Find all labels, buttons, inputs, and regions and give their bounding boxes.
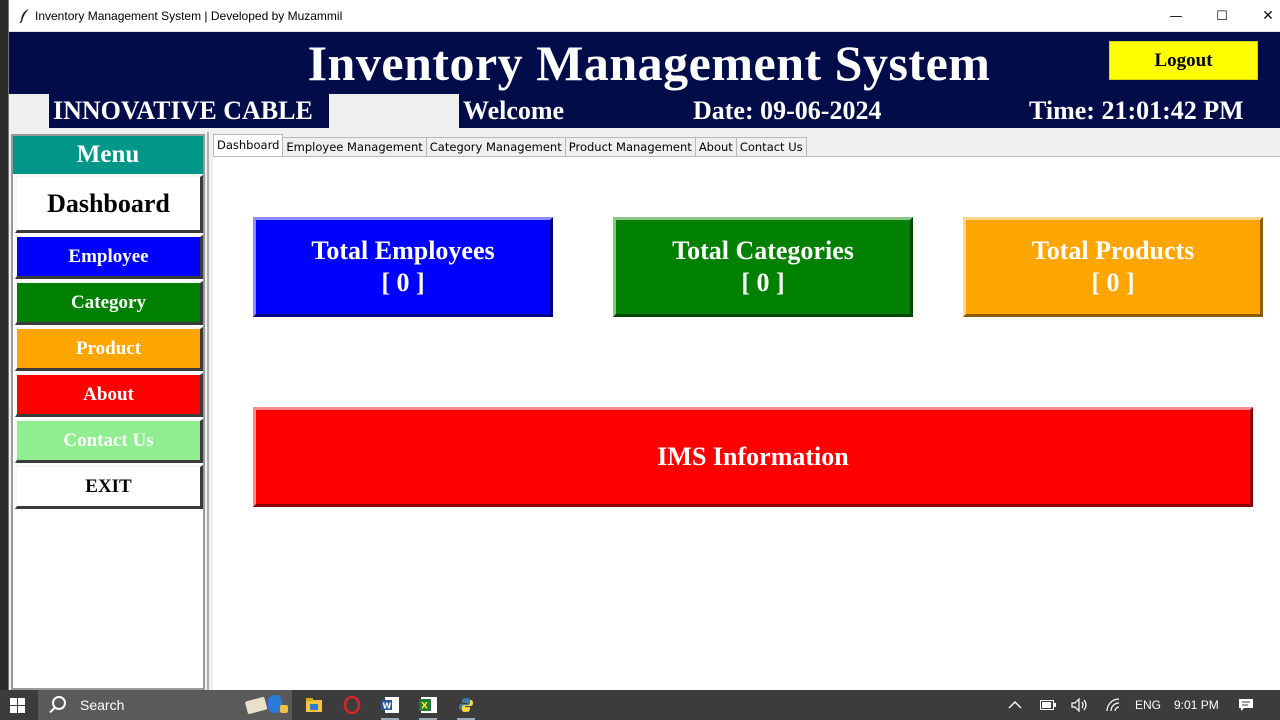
sidebar-item-category[interactable]: Category xyxy=(15,281,203,325)
file-explorer-icon[interactable] xyxy=(302,693,326,717)
notification-icon[interactable] xyxy=(1238,690,1254,720)
feather-icon xyxy=(19,9,29,24)
app-title: Inventory Management System xyxy=(307,35,991,91)
info-bar-gap xyxy=(329,94,459,128)
card-value: [ 0 ] xyxy=(741,268,785,297)
language-indicator[interactable]: ENG xyxy=(1135,690,1161,720)
welcome-label: Welcome xyxy=(463,96,565,125)
tab-category-management[interactable]: Category Management xyxy=(425,137,566,156)
taskbar-clock[interactable]: 9:01 PM xyxy=(1174,690,1219,720)
opera-icon[interactable] xyxy=(340,693,364,717)
card-value: [ 0 ] xyxy=(381,268,425,297)
menu-title: Menu xyxy=(13,136,203,174)
taskbar: Search W X ENG 9:01 PM xyxy=(0,690,1280,720)
close-button[interactable]: ✕ xyxy=(1245,0,1280,32)
network-icon[interactable] xyxy=(1105,690,1121,720)
logout-button[interactable]: Logout xyxy=(1109,41,1258,80)
sidebar-item-contact-us[interactable]: Contact Us xyxy=(15,419,203,463)
sidebar-item-about[interactable]: About xyxy=(15,373,203,417)
company-name: INNOVATIVE CABLE xyxy=(49,94,329,128)
dashboard-panel: Total Employees [ 0 ] Total Categories [… xyxy=(213,156,1280,690)
card-title: Total Categories xyxy=(672,236,854,265)
sidebar-menu: Menu Dashboard Employee Category Product… xyxy=(11,134,205,690)
time-label: Time: 21:01:42 PM xyxy=(1029,96,1244,125)
app-window: Inventory Management System | Developed … xyxy=(8,0,1280,690)
svg-text:X: X xyxy=(421,702,428,712)
tab-dashboard[interactable]: Dashboard xyxy=(213,134,284,156)
minimize-button[interactable]: — xyxy=(1153,0,1199,32)
window-title: Inventory Management System | Developed … xyxy=(35,9,343,23)
excel-icon[interactable]: X xyxy=(416,693,440,720)
date-label: Date: 09-06-2024 xyxy=(693,96,882,125)
volume-icon[interactable] xyxy=(1071,690,1089,720)
sidebar-item-product[interactable]: Product xyxy=(15,327,203,371)
search-highlight-icon xyxy=(245,695,288,714)
sidebar-item-dashboard[interactable]: Dashboard xyxy=(15,175,203,233)
card-title: Total Employees xyxy=(311,236,495,265)
info-bar-gap xyxy=(9,94,49,128)
maximize-button[interactable]: ☐ xyxy=(1199,0,1245,32)
card-title: Total Products xyxy=(1031,236,1195,265)
tab-product-management[interactable]: Product Management xyxy=(564,137,696,156)
windows-start-icon[interactable] xyxy=(10,698,25,713)
total-categories-card: Total Categories [ 0 ] xyxy=(613,217,913,317)
sidebar-item-exit[interactable]: EXIT xyxy=(15,465,203,509)
ims-information-panel: IMS Information xyxy=(253,407,1253,507)
app-header: Inventory Management System Logout INNOV… xyxy=(9,32,1280,128)
tab-bar: Dashboard Employee Management Category M… xyxy=(213,134,807,156)
show-hidden-icons-chevron-icon[interactable] xyxy=(1008,690,1022,720)
title-bar[interactable]: Inventory Management System | Developed … xyxy=(9,0,1280,32)
svg-text:W: W xyxy=(383,702,392,711)
tab-notebook: Dashboard Employee Management Category M… xyxy=(207,132,1280,690)
taskbar-search[interactable]: Search xyxy=(38,690,292,720)
desktop-edge xyxy=(0,0,8,690)
battery-icon[interactable] xyxy=(1040,690,1056,720)
python-icon[interactable] xyxy=(454,693,478,720)
card-value: [ 0 ] xyxy=(1091,268,1135,297)
total-employees-card: Total Employees [ 0 ] xyxy=(253,217,553,317)
search-icon xyxy=(52,696,66,710)
tab-employee-management[interactable]: Employee Management xyxy=(282,137,427,156)
info-bar: INNOVATIVE CABLE Welcome Date: 09-06-202… xyxy=(9,94,1280,128)
tab-contact-us[interactable]: Contact Us xyxy=(735,137,807,156)
word-icon[interactable]: W xyxy=(378,693,402,720)
total-products-card: Total Products [ 0 ] xyxy=(963,217,1263,317)
tab-about[interactable]: About xyxy=(694,137,737,156)
sidebar-item-employee[interactable]: Employee xyxy=(15,235,203,279)
search-label: Search xyxy=(80,697,125,713)
